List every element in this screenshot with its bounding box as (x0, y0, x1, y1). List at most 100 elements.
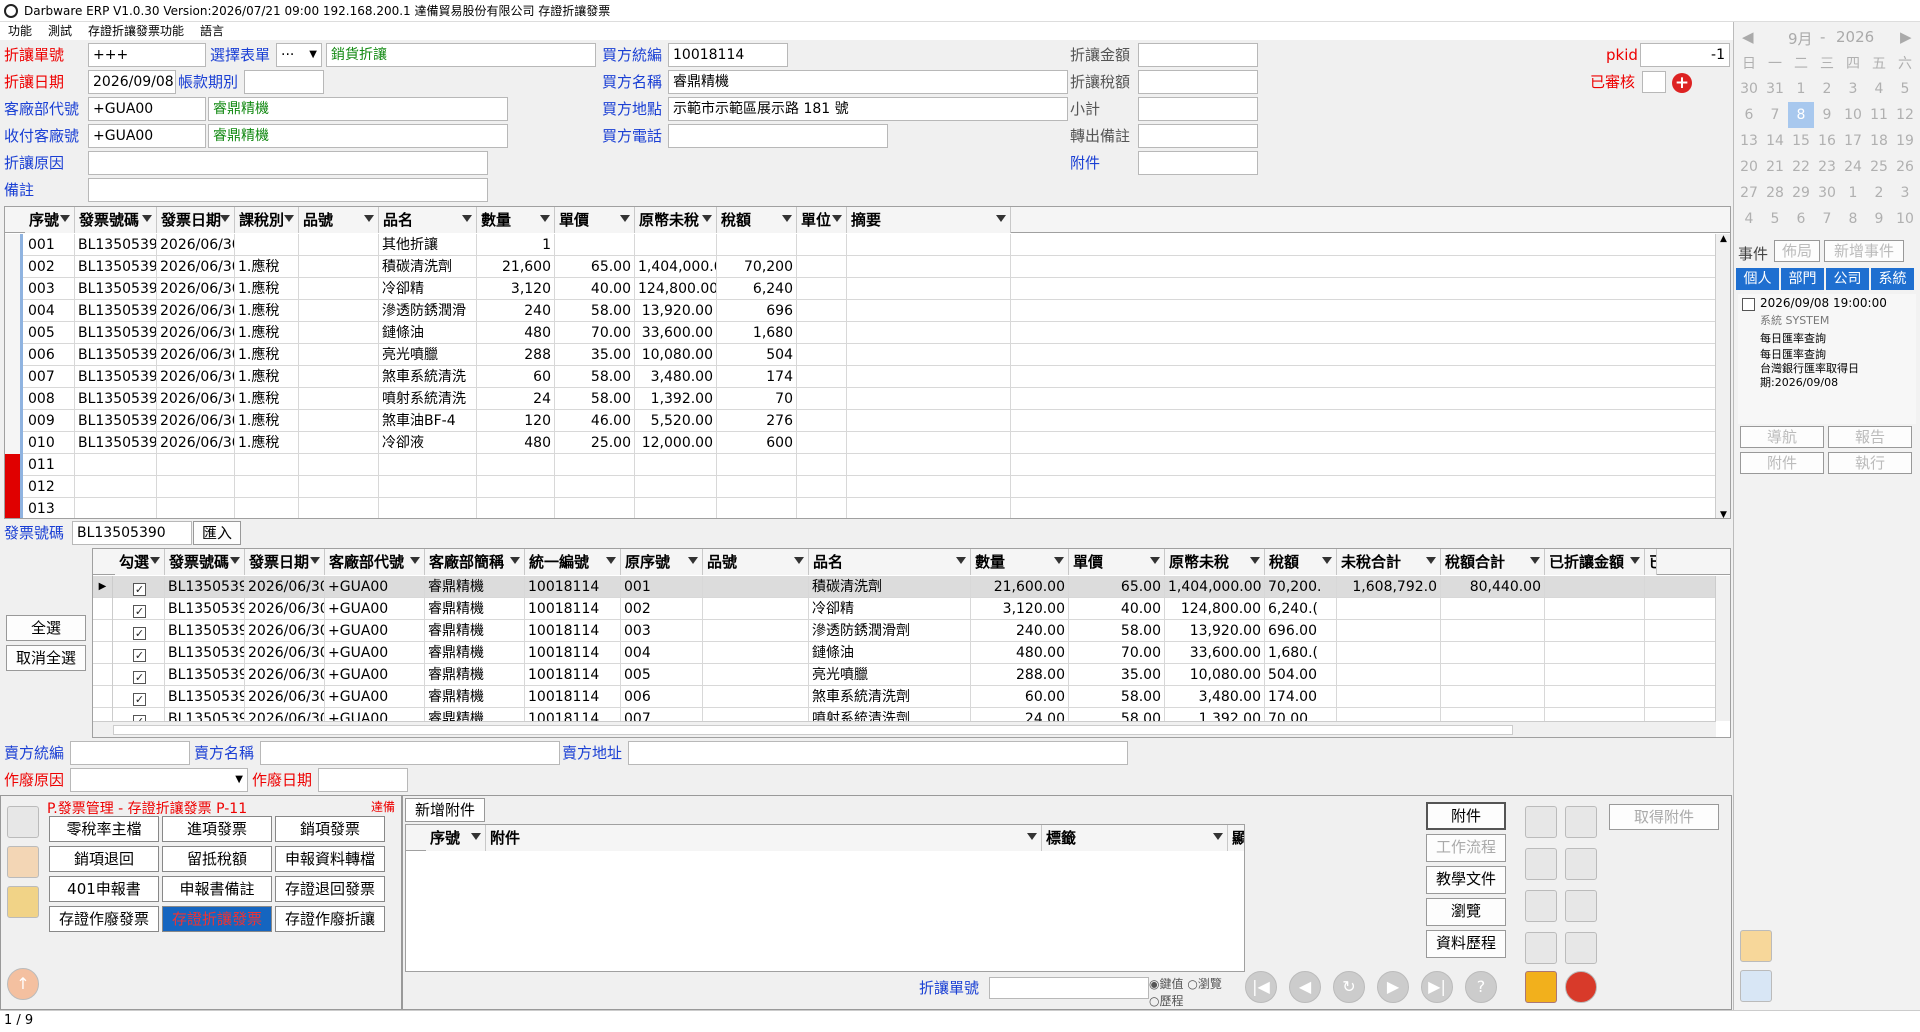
reviewed-checkbox[interactable] (1642, 71, 1666, 93)
table-cell[interactable] (703, 686, 809, 708)
table-cell[interactable]: 亮光噴臘 (809, 664, 971, 686)
table-cell[interactable]: 5,520.00 (635, 410, 717, 432)
table-cell[interactable] (1545, 642, 1645, 664)
filter-icon[interactable] (364, 215, 374, 222)
table-cell[interactable]: 其他折讓 (379, 234, 477, 256)
calendar-day[interactable]: 9 (1866, 206, 1892, 232)
table-cell[interactable]: 1.應稅 (235, 388, 299, 410)
table-cell[interactable]: 006 (621, 686, 703, 708)
table-cell[interactable]: BL13505390 (165, 576, 245, 598)
folder-icon[interactable] (7, 886, 39, 918)
table-cell[interactable]: 60.00 (971, 686, 1069, 708)
calendar-day[interactable]: 30 (1814, 180, 1840, 206)
table-cell[interactable] (477, 476, 555, 498)
table-cell[interactable] (235, 454, 299, 476)
module-button[interactable]: 存證作廢折讓 (275, 906, 385, 932)
table-cell[interactable]: 睿鼎精機 (425, 664, 525, 686)
add-attachment-tab[interactable]: 新增附件 (405, 798, 485, 822)
table-cell[interactable] (797, 366, 847, 388)
table-cell[interactable]: 58.00 (555, 388, 635, 410)
table-cell[interactable] (157, 498, 235, 518)
choose-form-dropdown[interactable]: ··· ▼ (276, 43, 322, 67)
table-cell[interactable] (797, 454, 847, 476)
table-cell[interactable] (477, 454, 555, 476)
table-cell[interactable]: 13,920.00 (1165, 620, 1265, 642)
filter-icon[interactable] (1027, 833, 1037, 840)
calendar-day[interactable]: 6 (1788, 206, 1814, 232)
void-date-field[interactable] (318, 768, 408, 792)
column-header[interactable]: 數量 (477, 207, 555, 233)
table-cell[interactable] (797, 388, 847, 410)
table-cell[interactable] (555, 454, 635, 476)
column-header[interactable]: 單位 (797, 207, 847, 233)
remark-field[interactable] (88, 178, 488, 202)
discount-amount-field[interactable] (1138, 43, 1258, 67)
column-header[interactable]: 單價 (1069, 549, 1165, 575)
table-cell[interactable]: 480 (477, 432, 555, 454)
event-checkbox[interactable] (1742, 298, 1755, 311)
filter-icon[interactable] (462, 215, 472, 222)
discount-date-field[interactable]: 2026/09/08 (88, 70, 176, 94)
table-cell[interactable] (299, 498, 379, 518)
module-button[interactable]: 401申報書 (49, 876, 159, 902)
calendar-day[interactable]: 21 (1762, 154, 1788, 180)
table-cell[interactable]: BL13505390 (165, 664, 245, 686)
first-record-icon[interactable]: |◀ (1245, 971, 1277, 1003)
table-cell[interactable]: 1 (477, 234, 555, 256)
last-record-icon[interactable]: ▶| (1421, 971, 1453, 1003)
table-cell[interactable] (157, 476, 235, 498)
table-cell[interactable] (635, 234, 717, 256)
calendar-day[interactable]: 22 (1788, 154, 1814, 180)
table-cell[interactable] (157, 454, 235, 476)
add-document-icon[interactable] (1525, 806, 1557, 838)
table-cell[interactable]: 001 (25, 234, 75, 256)
table-cell[interactable]: 2026/06/30 (157, 256, 235, 278)
table-cell[interactable]: 696.00 (1265, 620, 1337, 642)
table-cell[interactable] (797, 322, 847, 344)
column-header[interactable]: 勾選 (115, 549, 165, 575)
table-cell[interactable]: 70,200. (1265, 576, 1337, 598)
calendar-day[interactable]: 20 (1736, 154, 1762, 180)
customer-code-field[interactable]: +GUA00 (88, 97, 206, 121)
calendar-day[interactable]: 10 (1892, 206, 1918, 232)
buyer-name-field[interactable]: 睿鼎精機 (668, 70, 1068, 94)
table-cell[interactable]: 21,600 (477, 256, 555, 278)
event-filter-1[interactable]: 部門 (1781, 268, 1824, 290)
table-cell[interactable] (75, 454, 157, 476)
table-cell[interactable]: BL13505390 (75, 366, 157, 388)
clipboard-icon[interactable] (1565, 890, 1597, 922)
table-cell[interactable]: 鏈條油 (379, 322, 477, 344)
table-cell[interactable]: 2026/06/30 (157, 388, 235, 410)
table-cell[interactable]: 1,608,792.0 (1337, 576, 1441, 598)
calendar-day[interactable]: 23 (1814, 154, 1840, 180)
table-cell[interactable] (1441, 642, 1545, 664)
table-cell[interactable] (847, 476, 1011, 498)
table-cell[interactable]: 2026/06/30 (245, 576, 325, 598)
filter-icon[interactable] (1150, 557, 1160, 564)
table-cell[interactable]: 480.00 (971, 642, 1069, 664)
calendar-day[interactable]: 2 (1866, 180, 1892, 206)
table-cell[interactable]: 1.應稅 (235, 410, 299, 432)
table-cell[interactable]: 006 (25, 344, 75, 366)
table-cell[interactable]: 2026/06/30 (157, 322, 235, 344)
column-header[interactable]: 稅額 (1265, 549, 1337, 575)
table-cell[interactable] (555, 498, 635, 518)
table-cell[interactable] (797, 498, 847, 518)
table-cell[interactable]: 冷卻精 (379, 278, 477, 300)
filter-icon[interactable] (230, 557, 240, 564)
table-cell[interactable]: 012 (25, 476, 75, 498)
table-cell[interactable] (797, 278, 847, 300)
table-cell[interactable]: 58.00 (555, 300, 635, 322)
table-cell[interactable]: 005 (621, 664, 703, 686)
table-cell[interactable]: 煞車油BF-4 (379, 410, 477, 432)
column-header[interactable]: 課稅別 (235, 207, 299, 233)
table-cell[interactable]: 70 (717, 388, 797, 410)
event-action-button[interactable]: 附件 (1740, 452, 1824, 474)
table-cell[interactable]: 58.00 (555, 366, 635, 388)
table-cell[interactable] (555, 234, 635, 256)
subtotal-field[interactable] (1138, 97, 1258, 121)
column-header[interactable]: 客廠部代號 (325, 549, 425, 575)
calendar-day[interactable]: 27 (1736, 180, 1762, 206)
table-cell[interactable]: 1.應稅 (235, 432, 299, 454)
table-cell[interactable] (797, 300, 847, 322)
